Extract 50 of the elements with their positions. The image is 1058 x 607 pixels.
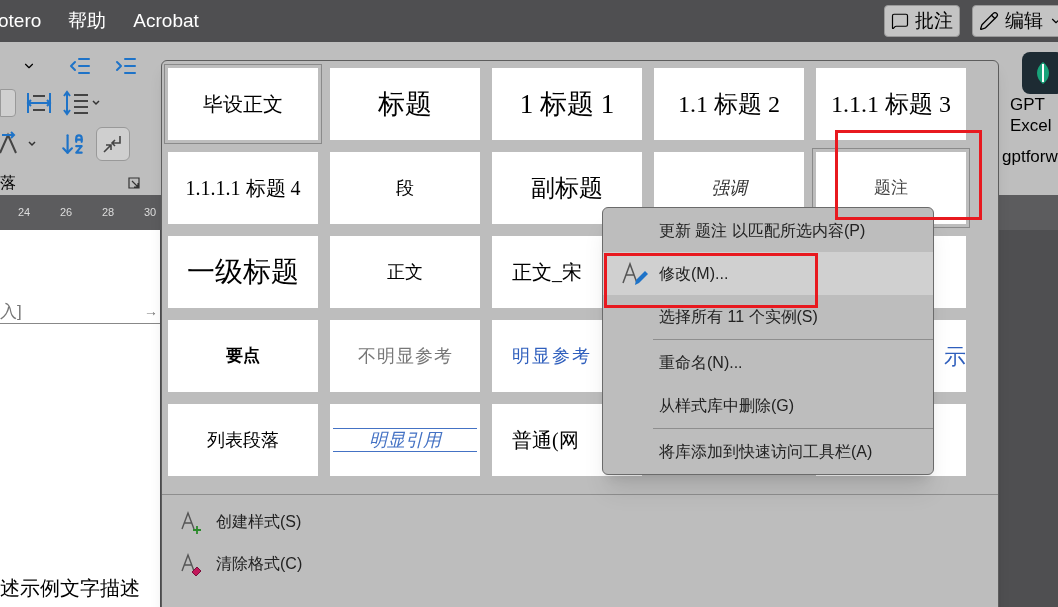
addin-name: Excel xyxy=(1010,115,1052,136)
edit-button[interactable]: 编辑 xyxy=(972,5,1058,37)
ruler-number: 28 xyxy=(102,205,116,221)
body-text: 述示例文字描述 xyxy=(0,576,141,601)
style-name: 明显参考 xyxy=(512,344,592,368)
style-name: 1.1.1 标题 3 xyxy=(831,90,951,119)
style-name: 正文 xyxy=(387,260,423,284)
style-name: 一级标题 xyxy=(187,255,299,289)
style-name: 题注 xyxy=(874,177,908,200)
style-name: 强调 xyxy=(711,176,747,200)
style-name: 普通(网 xyxy=(512,428,579,454)
sort-icon[interactable] xyxy=(60,131,86,157)
eraser-icon xyxy=(180,552,204,576)
content-control-text: 入] xyxy=(0,300,22,323)
gallery-menu-item[interactable]: 清除格式(C) xyxy=(162,543,998,585)
comment-icon xyxy=(891,12,909,30)
style-name: 副标题 xyxy=(531,174,603,203)
style-name: 列表段落 xyxy=(207,428,279,452)
ruler-number: 24 xyxy=(18,205,32,221)
comment-button[interactable]: 批注 xyxy=(884,5,960,37)
style-name: 段 xyxy=(396,176,414,200)
style-name: 要点 xyxy=(226,345,260,368)
group-label: gptforw xyxy=(1002,146,1058,168)
dialog-launcher-icon[interactable] xyxy=(128,177,140,189)
style-name: 1.1.1.1 标题 4 xyxy=(185,176,301,201)
group-label: 落 xyxy=(0,173,16,193)
style-edit-icon xyxy=(621,261,649,287)
style-name: 正文_宋 xyxy=(512,260,582,285)
style-name: 1 标题 1 xyxy=(519,87,615,121)
ruler-number: 26 xyxy=(60,205,74,221)
line-spacing-icon[interactable] xyxy=(62,89,102,116)
ribbon-tab[interactable]: 帮助 xyxy=(68,6,107,36)
style-name: 毕设正文 xyxy=(203,92,283,117)
addin-logo[interactable] xyxy=(1022,52,1058,94)
show-marks-button[interactable] xyxy=(96,127,130,161)
return-arrow-icon xyxy=(102,134,124,154)
style-tile[interactable]: 毕设正文 xyxy=(164,64,322,144)
arrow-mark: → xyxy=(144,302,158,321)
gallery-menu-item[interactable]: 创建样式(S) xyxy=(162,501,998,543)
ribbon-tab[interactable]: Acrobat xyxy=(133,6,199,36)
addin-name: GPT xyxy=(1010,94,1045,115)
ruler-number: 30 xyxy=(144,205,158,221)
style-name: 明显引用 xyxy=(333,428,477,452)
style-name: 不明显参考 xyxy=(357,344,453,368)
style-plus-icon xyxy=(180,510,204,534)
style-name: 示 xyxy=(944,342,966,371)
menu-item[interactable]: 修改(M)... xyxy=(603,252,933,295)
pencil-icon xyxy=(979,11,999,31)
style-name: 1.1 标题 2 xyxy=(678,90,780,119)
style-name: 标题 xyxy=(378,87,432,121)
